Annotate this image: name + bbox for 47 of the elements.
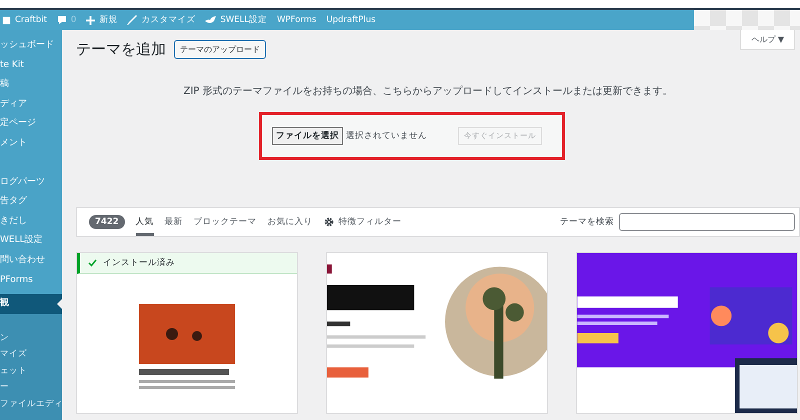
submenu-item[interactable]: ェット (0, 362, 62, 380)
upload-theme-button[interactable]: テーマのアップロード (174, 40, 266, 58)
page-title: テーマを追加 (76, 40, 166, 58)
submenu-item[interactable]: マイズ (0, 346, 62, 363)
submenu-item[interactable]: ー (0, 379, 62, 396)
sidebar-item[interactable]: PForms (0, 270, 62, 290)
submenu-item[interactable]: ン (0, 330, 62, 346)
sidebar-item[interactable]: 問い合わせ (0, 250, 62, 271)
sidebar-item[interactable]: 告タグ (0, 192, 62, 212)
brush-icon (127, 15, 138, 25)
admin-bar-link[interactable]: UpdraftPlus (326, 15, 376, 25)
check-icon (88, 259, 97, 267)
comment-icon (56, 15, 67, 25)
notice-text: インストール済み (103, 257, 175, 269)
sidebar-item[interactable]: 稿 (0, 75, 62, 95)
sidebar-item[interactable]: ディア (0, 94, 62, 114)
help-tab[interactable]: ヘルプ ▼ (740, 30, 795, 50)
file-status: 選択されていません (346, 130, 427, 142)
search-label: テーマを検索 (560, 216, 614, 228)
admin-bar-link[interactable]: 0 (70, 15, 76, 25)
sidebar-item[interactable]: te Kit (0, 56, 62, 76)
feature-filter-link[interactable]: 特徴フィルター (338, 208, 402, 236)
admin-bar-link[interactable]: WPForms (276, 15, 316, 25)
filter-tab[interactable]: お気に入り (268, 208, 313, 236)
admin-bar-link[interactable]: 新規 (99, 14, 118, 26)
theme-card[interactable]: インストール済み (76, 252, 298, 414)
admin-bar-link[interactable]: カスタマイズ (141, 14, 196, 26)
choose-file-button[interactable]: ファイルを選択 (272, 127, 343, 145)
sidebar-item[interactable]: きだし (0, 212, 62, 232)
sidebar-item[interactable]: 観 (0, 294, 62, 314)
search-field[interactable] (619, 213, 795, 231)
filter-tab[interactable]: 人気 (136, 208, 154, 236)
sidebar-item[interactable]: ログパーツ (0, 172, 62, 192)
admin-bar-link[interactable]: SWELL設定 (220, 14, 267, 26)
filter-tab[interactable]: 最新 (164, 208, 183, 236)
sidebar-item[interactable]: 定ページ (0, 114, 62, 134)
sidebar-item[interactable]: ッシュボード (0, 36, 62, 56)
upload-description: ZIP 形式のテーマファイルをお持ちの場合、こちらからアップロードしてインストールまたは更新できます。 (182, 84, 674, 98)
bird-icon (205, 16, 216, 24)
submenu-item[interactable]: ファイルエディ (0, 396, 62, 412)
gear-icon (324, 217, 334, 227)
filter-tab[interactable]: ブロックテーマ (194, 208, 257, 236)
admin-bar-link[interactable]: Craftbit (15, 15, 47, 25)
sidebar-item[interactable]: メント (0, 134, 62, 154)
plus-icon (86, 16, 96, 24)
theme-count: 7422 (89, 215, 125, 229)
sidebar-item[interactable]: WELL設定 (0, 231, 62, 251)
